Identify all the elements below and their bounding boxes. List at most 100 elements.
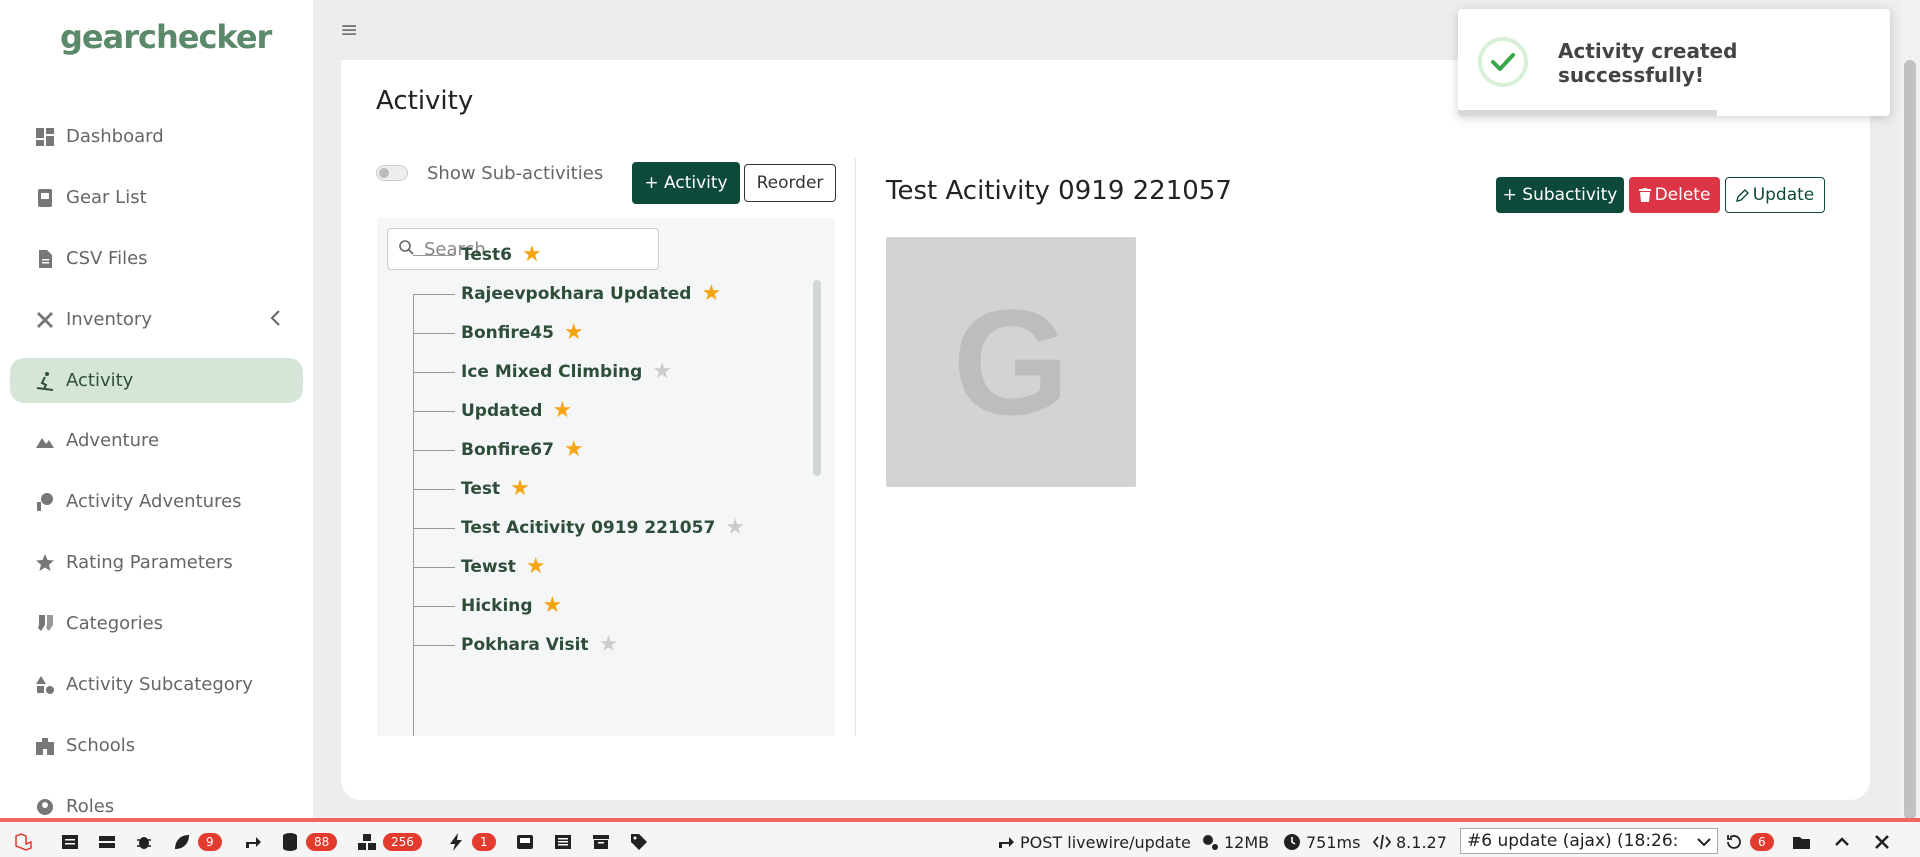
- laravel-logo-icon[interactable]: [14, 830, 34, 854]
- sidebar-item-schools[interactable]: Schools: [10, 723, 303, 768]
- inbox-icon[interactable]: [515, 830, 535, 854]
- star-icon[interactable]: ★: [701, 283, 721, 305]
- sidebar-item-categories[interactable]: Categories: [10, 601, 303, 646]
- sidebar-item-label: Gear List: [66, 187, 147, 208]
- request-item[interactable]: POST livewire/update: [996, 830, 1191, 854]
- tree-item-label[interactable]: Test6: [461, 245, 512, 265]
- tree-item-label[interactable]: Test Acitivity 0919 221057: [461, 518, 715, 538]
- models-item[interactable]: 256: [357, 830, 422, 854]
- history-item[interactable]: 6: [1724, 830, 1774, 854]
- tree-connector: [413, 488, 455, 490]
- tags-icon[interactable]: [629, 830, 649, 854]
- close-icon[interactable]: [1872, 830, 1892, 854]
- archive-icon[interactable]: [591, 830, 611, 854]
- share-icon: [999, 837, 1014, 848]
- tree-item-label[interactable]: Bonfire45: [461, 323, 554, 343]
- sidebar-item-label: Adventure: [66, 430, 160, 451]
- events-item[interactable]: 1: [446, 830, 496, 854]
- success-toast[interactable]: Activity created successfully!: [1458, 9, 1890, 116]
- tree-item-label[interactable]: Bonfire67: [461, 440, 554, 460]
- star-icon[interactable]: ★: [552, 400, 572, 422]
- star-icon[interactable]: ★: [599, 634, 619, 656]
- tools-icon: [34, 309, 56, 331]
- page-scrollbar-thumb[interactable]: [1904, 60, 1916, 820]
- star-icon[interactable]: ★: [522, 244, 542, 266]
- star-icon[interactable]: ★: [526, 556, 546, 578]
- tree-scrollbar[interactable]: [813, 280, 821, 476]
- tree-connector: [413, 449, 455, 451]
- route-icon[interactable]: [243, 830, 263, 854]
- reorder-button[interactable]: Reorder: [744, 164, 836, 202]
- tree-item[interactable]: Updated ★: [413, 396, 572, 426]
- leaf-icon: [175, 835, 189, 849]
- star-icon[interactable]: ★: [564, 322, 584, 344]
- memory-item[interactable]: 12MB: [1200, 830, 1269, 854]
- tree-item-label[interactable]: Ice Mixed Climbing: [461, 362, 642, 382]
- sidebar-item-roles[interactable]: Roles: [10, 784, 303, 818]
- tree-connector: [413, 332, 455, 334]
- tree-item-label[interactable]: Pokhara Visit: [461, 635, 589, 655]
- queries-count-badge: 88: [306, 833, 338, 851]
- roles-icon: [34, 796, 56, 818]
- add-activity-button[interactable]: + Activity: [632, 162, 740, 204]
- show-subactivities-toggle[interactable]: [376, 165, 408, 181]
- sidebar-item-label: CSV Files: [66, 248, 148, 269]
- tree-connector: [413, 566, 455, 568]
- messages-icon[interactable]: [60, 830, 80, 854]
- sidebar-item-inventory[interactable]: Inventory: [10, 297, 303, 342]
- timeline-icon[interactable]: [97, 830, 117, 854]
- page-scrollbar[interactable]: [1900, 0, 1920, 820]
- sidebar-item-label: Activity Subcategory: [66, 674, 253, 695]
- tree-item[interactable]: Bonfire67 ★: [413, 435, 584, 465]
- tree-item[interactable]: Hicking ★: [413, 591, 562, 621]
- time-label: 751ms: [1306, 832, 1361, 852]
- sidebar-item-gear-list[interactable]: Gear List: [10, 175, 303, 220]
- folder-open-icon[interactable]: [1792, 830, 1812, 854]
- delete-button[interactable]: Delete: [1629, 177, 1720, 213]
- chevron-down-icon[interactable]: [1694, 830, 1714, 854]
- star-icon[interactable]: ★: [652, 361, 672, 383]
- tree-item-label[interactable]: Updated: [461, 401, 542, 421]
- queries-item[interactable]: 88: [280, 830, 338, 854]
- time-item[interactable]: 751ms: [1282, 830, 1360, 854]
- php-version-item[interactable]: 8.1.27: [1372, 830, 1447, 854]
- chevron-left-icon[interactable]: [269, 309, 283, 332]
- update-button[interactable]: Update: [1725, 177, 1825, 213]
- tree-connector: [413, 527, 455, 529]
- sidebar-item-adventure[interactable]: Adventure: [10, 418, 303, 463]
- sidebar-item-csv-files[interactable]: CSV Files: [10, 236, 303, 281]
- tree-item-label[interactable]: Rajeevpokhara Updated: [461, 284, 691, 304]
- tree-item[interactable]: Test6 ★: [413, 240, 542, 270]
- tree-item-label[interactable]: Tewst: [461, 557, 516, 577]
- sidebar-item-rating-parameters[interactable]: Rating Parameters: [10, 540, 303, 585]
- request-select[interactable]: #6 update (ajax) (18:26:: [1460, 828, 1718, 854]
- app-logo[interactable]: gearchecker: [60, 18, 272, 56]
- hamburger-menu-icon[interactable]: ≡: [340, 18, 358, 43]
- tree-item[interactable]: Pokhara Visit ★: [413, 630, 618, 660]
- debug-bar: 9 88 256 1 POST livewire/update 12MB 751…: [0, 818, 1920, 857]
- sidebar-item-activity[interactable]: Activity: [10, 358, 303, 403]
- tree-item[interactable]: Test ★: [413, 474, 530, 504]
- tree-item[interactable]: Ice Mixed Climbing ★: [413, 357, 672, 387]
- sidebar-item-activity-subcategory[interactable]: Activity Subcategory: [10, 662, 303, 707]
- views-item[interactable]: 9: [172, 830, 222, 854]
- tree-item[interactable]: Tewst ★: [413, 552, 546, 582]
- star-icon[interactable]: ★: [543, 595, 563, 617]
- add-subactivity-button[interactable]: + Subactivity: [1496, 177, 1624, 213]
- tree-item[interactable]: Bonfire45 ★: [413, 318, 584, 348]
- panel-divider: [855, 158, 856, 736]
- star-icon[interactable]: ★: [510, 478, 530, 500]
- sidebar-item-dashboard[interactable]: Dashboard: [10, 114, 303, 159]
- bug-icon[interactable]: [134, 830, 154, 854]
- request-label: POST livewire/update: [1020, 832, 1191, 852]
- chevron-up-icon[interactable]: [1832, 830, 1852, 854]
- sidebar-item-activity-adventures[interactable]: Activity Adventures: [10, 479, 303, 524]
- list-icon[interactable]: [553, 830, 573, 854]
- star-icon[interactable]: ★: [564, 439, 584, 461]
- tree-item-label[interactable]: Test: [461, 479, 500, 499]
- star-icon[interactable]: ★: [725, 517, 745, 539]
- tree-item-label[interactable]: Hicking: [461, 596, 533, 616]
- sidebar-item-label: Categories: [66, 613, 164, 634]
- tree-item[interactable]: Test Acitivity 0919 221057 ★: [413, 513, 745, 543]
- tree-item[interactable]: Rajeevpokhara Updated ★: [413, 279, 721, 309]
